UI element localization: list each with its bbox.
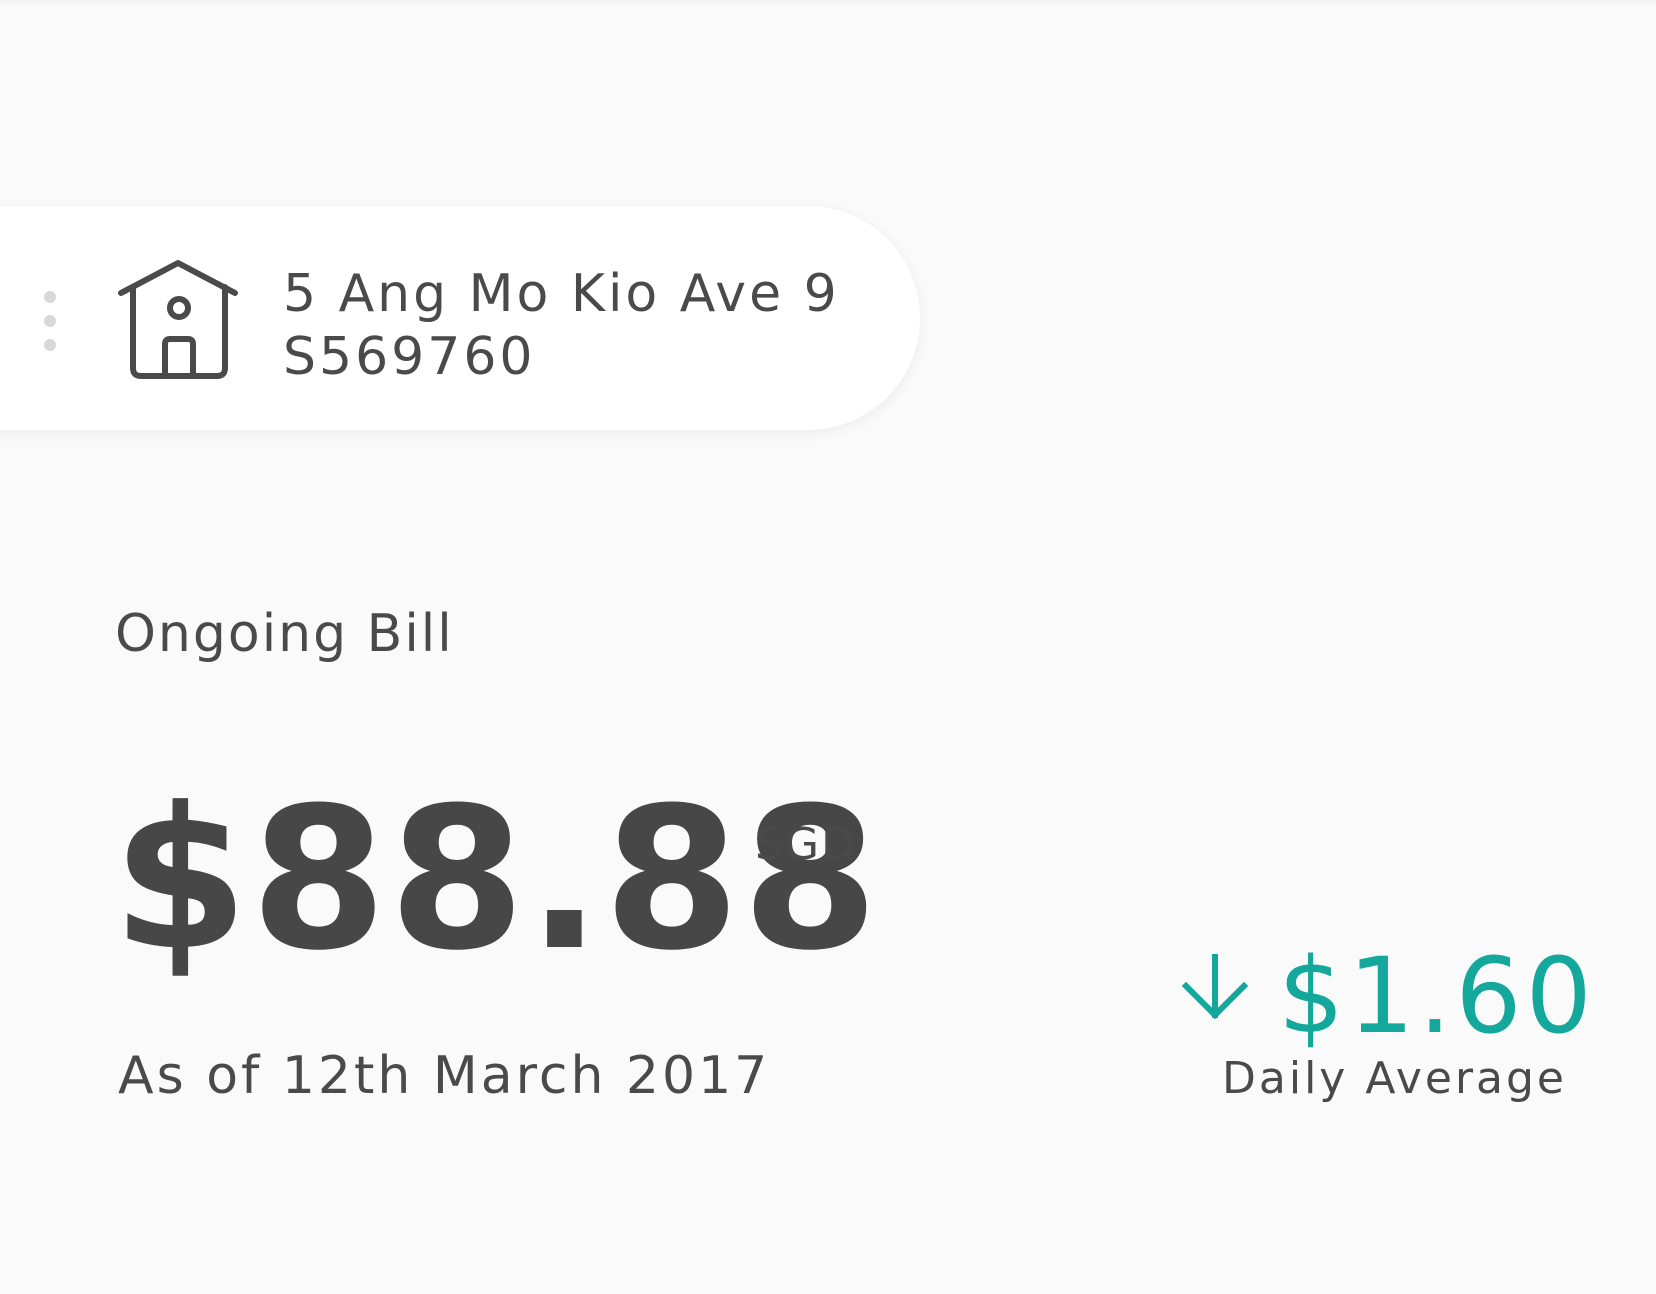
menu-dot — [44, 339, 56, 351]
bill-amount: $88.88 — [112, 766, 881, 994]
menu-dot — [44, 315, 56, 327]
address-text: 5 Ang Mo Kio Ave 9 S569760 — [283, 263, 840, 389]
ongoing-bill-label: Ongoing Bill — [115, 604, 454, 664]
address-line-1: 5 Ang Mo Kio Ave 9 — [283, 264, 840, 324]
more-options-icon[interactable] — [43, 291, 57, 351]
daily-average-value: $1.60 — [1278, 935, 1596, 1057]
arrow-down-icon — [1181, 954, 1249, 1020]
house-icon — [118, 260, 238, 379]
daily-average-label: Daily Average — [1222, 1053, 1568, 1104]
menu-dot — [44, 291, 56, 303]
currency-code: SGD — [755, 819, 857, 870]
top-shade — [0, 0, 1656, 8]
address-postal-code: S569760 — [283, 327, 536, 387]
bill-date: As of 12th March 2017 — [118, 1046, 771, 1106]
